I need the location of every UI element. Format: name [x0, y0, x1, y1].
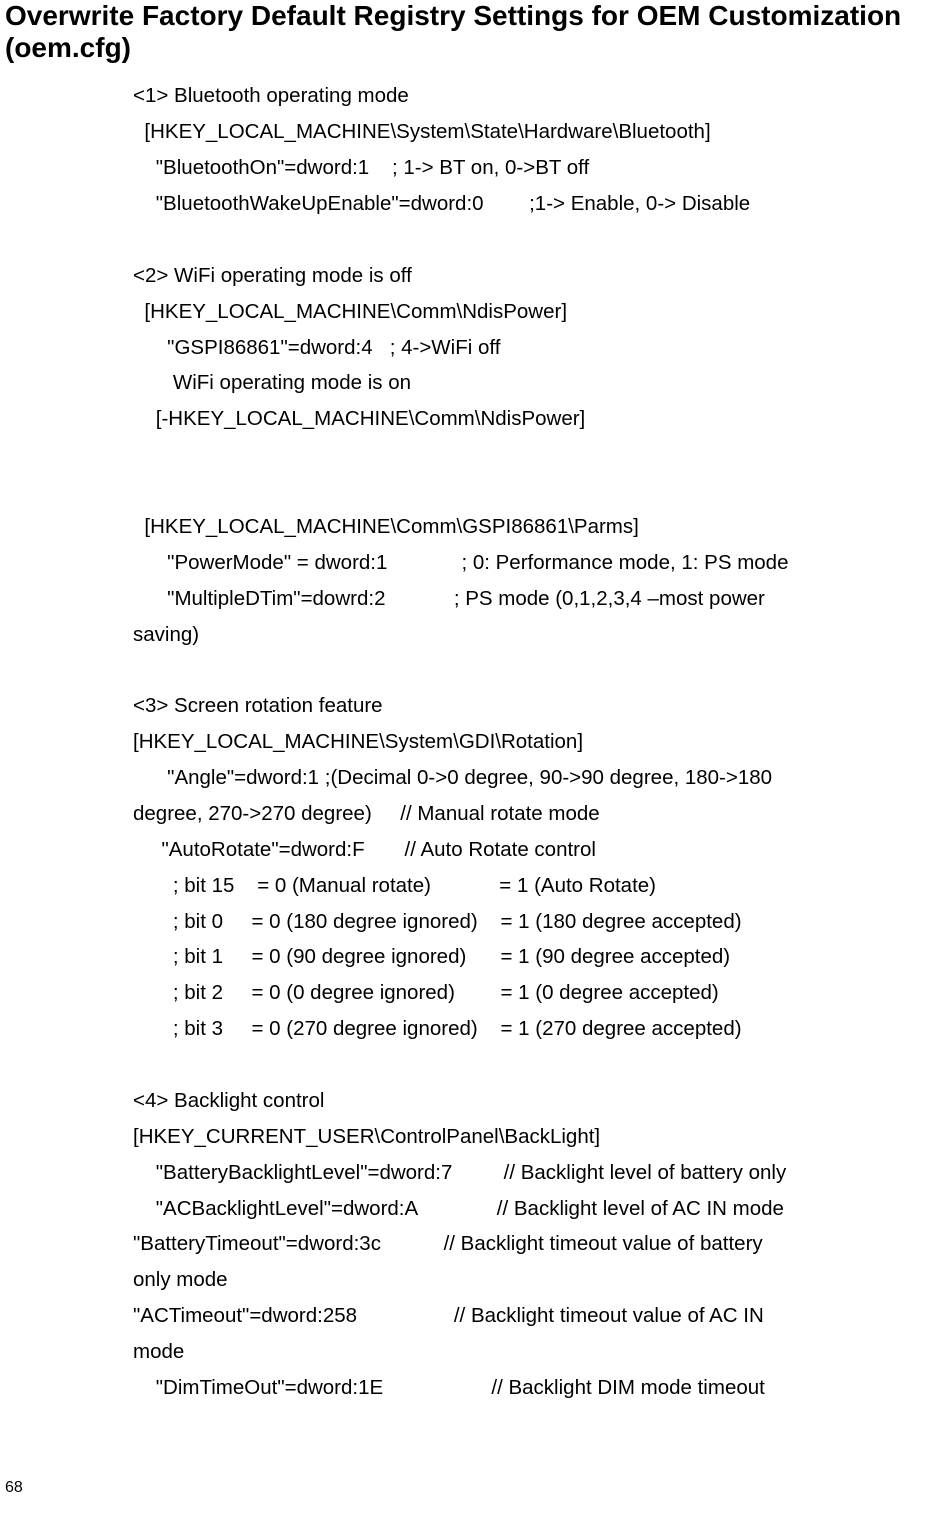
- content-line: "ACBacklightLevel"=dword:A // Backlight …: [133, 1191, 942, 1227]
- content-line: [HKEY_LOCAL_MACHINE\System\GDI\Rotation]: [133, 724, 942, 760]
- content-line: "AutoRotate"=dword:F // Auto Rotate cont…: [133, 832, 942, 868]
- document-body: <1> Bluetooth operating mode [HKEY_LOCAL…: [5, 78, 942, 1405]
- content-line: degree, 270->270 degree) // Manual rotat…: [133, 796, 942, 832]
- content-line: "BluetoothWakeUpEnable"=dword:0 ;1-> Ena…: [133, 186, 942, 222]
- content-line: [133, 652, 942, 688]
- content-line: ; bit 15 = 0 (Manual rotate) = 1 (Auto R…: [133, 868, 942, 904]
- content-line: "BluetoothOn"=dword:1 ; 1-> BT on, 0->BT…: [133, 150, 942, 186]
- content-line: <2> WiFi operating mode is off: [133, 258, 942, 294]
- page-title: Overwrite Factory Default Registry Setti…: [5, 0, 942, 64]
- content-line: "DimTimeOut"=dword:1E // Backlight DIM m…: [133, 1370, 942, 1406]
- content-line: <1> Bluetooth operating mode: [133, 78, 942, 114]
- content-line: ; bit 3 = 0 (270 degree ignored) = 1 (27…: [133, 1011, 942, 1047]
- content-line: mode: [133, 1334, 942, 1370]
- content-line: "Angle"=dword:1 ;(Decimal 0->0 degree, 9…: [133, 760, 942, 796]
- page-number: 68: [5, 1479, 23, 1497]
- content-line: ; bit 2 = 0 (0 degree ignored) = 1 (0 de…: [133, 975, 942, 1011]
- content-line: "BatteryTimeout"=dword:3c // Backlight t…: [133, 1226, 942, 1262]
- content-line: saving): [133, 617, 942, 653]
- content-line: ; bit 1 = 0 (90 degree ignored) = 1 (90 …: [133, 939, 942, 975]
- content-line: [HKEY_LOCAL_MACHINE\System\State\Hardwar…: [133, 114, 942, 150]
- content-line: <3> Screen rotation feature: [133, 688, 942, 724]
- content-line: [-HKEY_LOCAL_MACHINE\Comm\NdisPower]: [133, 401, 942, 437]
- content-line: <4> Backlight control: [133, 1083, 942, 1119]
- content-line: "GSPI86861"=dword:4 ; 4->WiFi off: [133, 330, 942, 366]
- content-line: only mode: [133, 1262, 942, 1298]
- content-line: "BatteryBacklightLevel"=dword:7 // Backl…: [133, 1155, 942, 1191]
- content-line: "ACTimeout"=dword:258 // Backlight timeo…: [133, 1298, 942, 1334]
- content-line: [HKEY_LOCAL_MACHINE\Comm\NdisPower]: [133, 294, 942, 330]
- content-line: WiFi operating mode is on: [133, 365, 942, 401]
- content-line: "MultipleDTim"=dowrd:2 ; PS mode (0,1,2,…: [133, 581, 942, 617]
- content-line: ; bit 0 = 0 (180 degree ignored) = 1 (18…: [133, 904, 942, 940]
- content-line: [133, 1047, 942, 1083]
- content-line: "PowerMode" = dword:1 ; 0: Performance m…: [133, 545, 942, 581]
- content-line: [133, 473, 942, 509]
- content-line: [133, 222, 942, 258]
- content-line: [133, 437, 942, 473]
- content-line: [HKEY_LOCAL_MACHINE\Comm\GSPI86861\Parms…: [133, 509, 942, 545]
- content-line: [HKEY_CURRENT_USER\ControlPanel\BackLigh…: [133, 1119, 942, 1155]
